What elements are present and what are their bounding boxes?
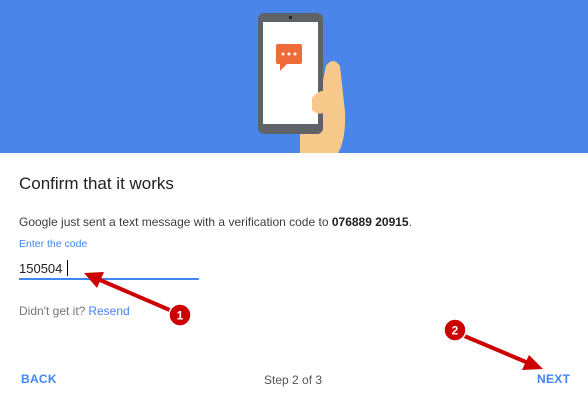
message-suffix: .: [408, 215, 412, 229]
annotation-badge-1: [168, 303, 192, 327]
didnt-get-text: Didn't get it?: [19, 304, 86, 318]
back-button[interactable]: BACK: [21, 372, 57, 386]
resend-link[interactable]: Resend: [88, 304, 129, 318]
header-illustration: [0, 0, 588, 153]
step-indicator: Step 2 of 3: [264, 373, 323, 387]
next-button[interactable]: NEXT: [537, 372, 570, 386]
annotation-arrow-2: [460, 333, 543, 370]
message-prefix: Google just sent a text message with a v…: [19, 215, 332, 229]
verification-code-input[interactable]: [19, 258, 199, 280]
annotation-badge-2: [443, 318, 467, 342]
code-field-label: Enter the code: [19, 238, 88, 250]
annotation-badge-1-label: 1: [177, 309, 184, 323]
phone-illustration: [258, 13, 346, 153]
page-title: Confirm that it works: [19, 174, 174, 193]
resend-row: Didn't get it? Resend: [19, 304, 130, 318]
phone-number: 076889 20915: [331, 215, 409, 229]
text-cursor: [67, 260, 68, 276]
annotation-badge-2-label: 2: [452, 324, 459, 338]
verification-message: Google just sent a text message with a v…: [19, 215, 412, 229]
